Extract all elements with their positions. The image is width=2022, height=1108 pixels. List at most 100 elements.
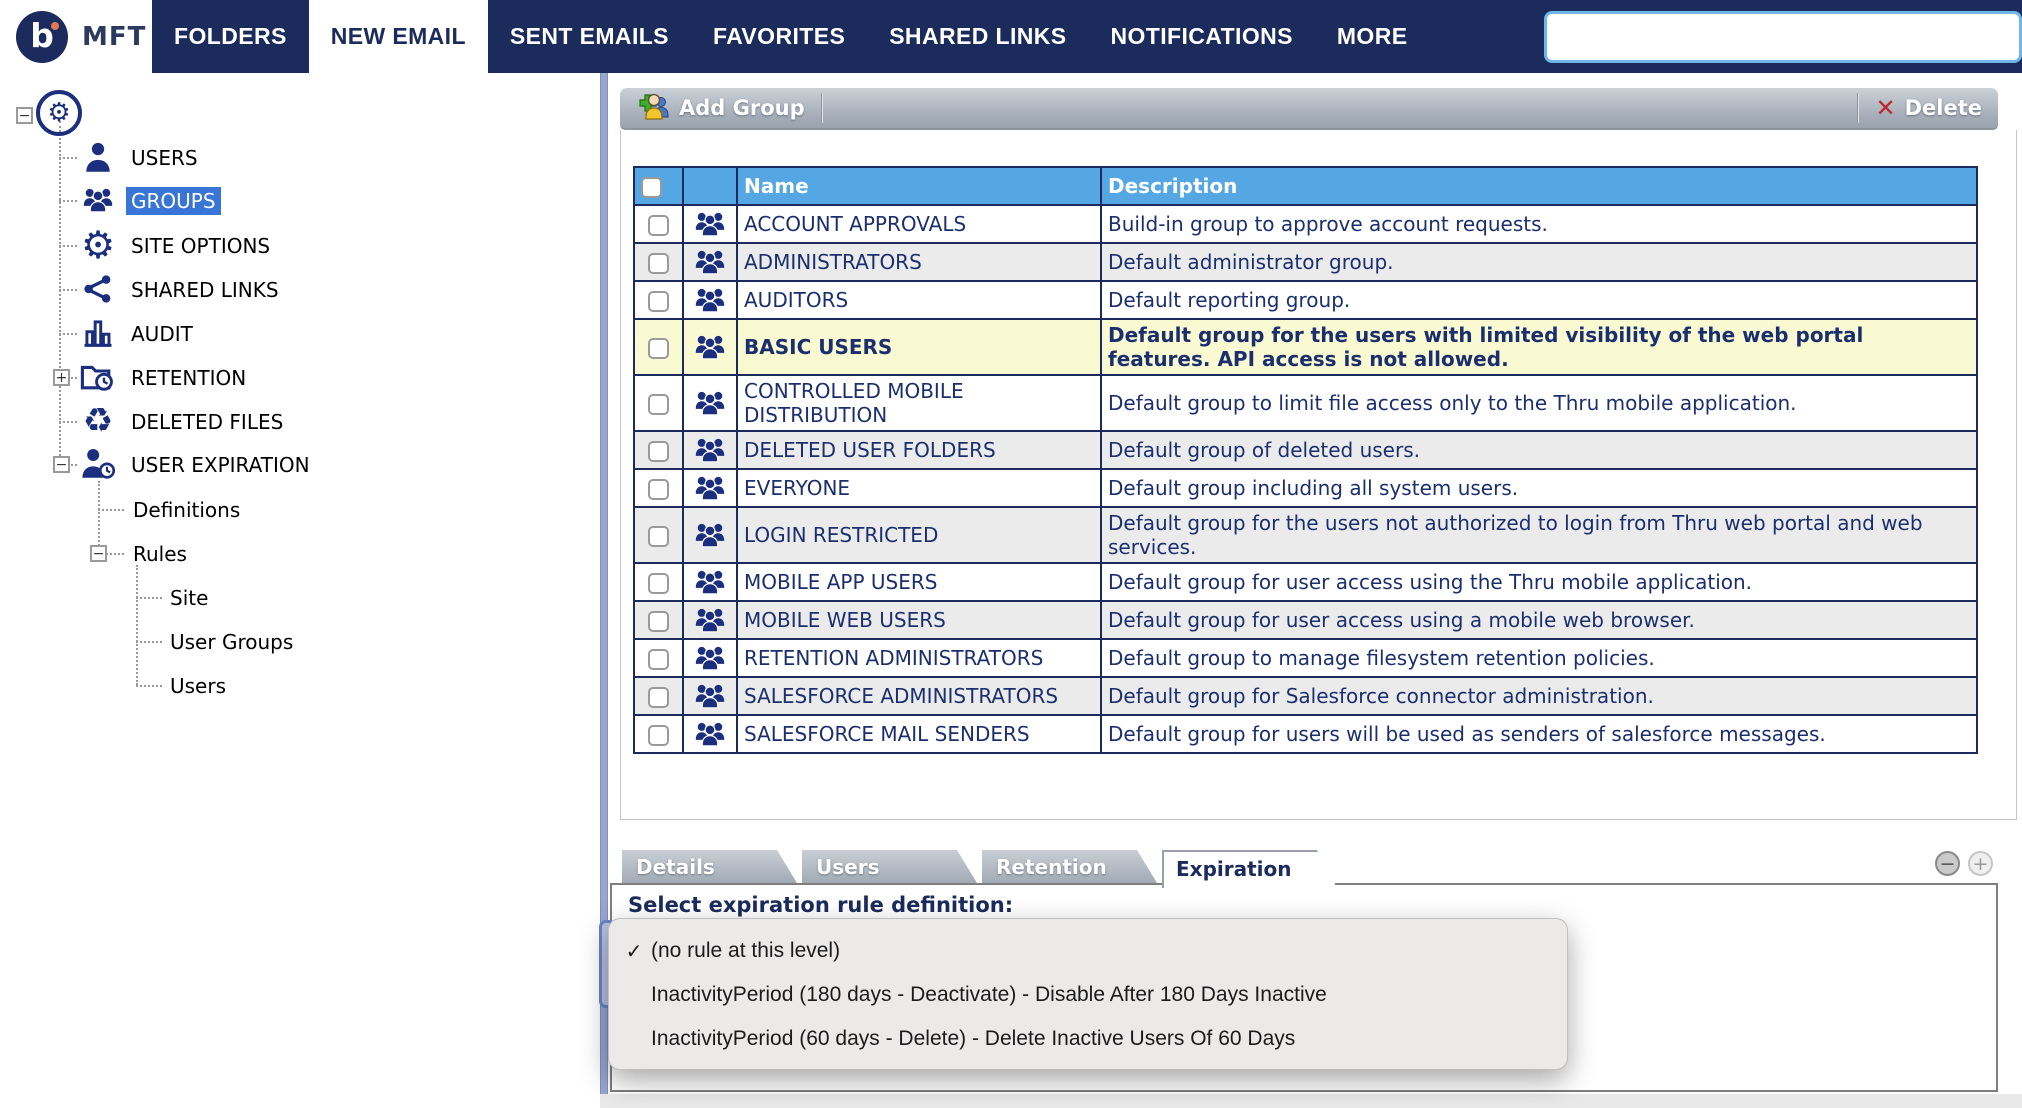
tree-item-groups[interactable]: GROUPS: [0, 180, 600, 220]
app-logo[interactable]: b MFT: [0, 0, 152, 73]
table-row[interactable]: CONTROLLED MOBILE DISTRIBUTION Default g…: [634, 375, 1977, 431]
row-checkbox[interactable]: [648, 573, 669, 594]
group-icon: [683, 281, 737, 319]
row-checkbox[interactable]: [648, 253, 669, 274]
row-checkbox[interactable]: [648, 291, 669, 312]
row-checkbox[interactable]: [648, 611, 669, 632]
main-area: ⚙− USERS GROUPS ⚙ SITE OPTIONS SHARED LI…: [0, 73, 2022, 1104]
row-checkbox[interactable]: [648, 526, 669, 547]
content-panel: Add Group ✕ Delete Name Description: [608, 73, 2022, 1104]
row-checkbox[interactable]: [648, 687, 669, 708]
expand-toggle[interactable]: +: [53, 369, 70, 386]
table-row[interactable]: DELETED USER FOLDERS Default group of de…: [634, 431, 1977, 469]
table-row[interactable]: BASIC USERS Default group for the users …: [634, 319, 1977, 375]
tree-item-deleted-files[interactable]: ♻ DELETED FILES: [0, 401, 600, 441]
nav-item-folders[interactable]: FOLDERS: [152, 0, 309, 73]
table-row[interactable]: MOBILE WEB USERS Default group for user …: [634, 601, 1977, 639]
group-name-cell[interactable]: SALESFORCE ADMINISTRATORS: [737, 677, 1101, 715]
delete-button[interactable]: ✕ Delete: [1859, 88, 1998, 128]
user-clock-icon: [78, 446, 118, 482]
row-checkbox[interactable]: [648, 479, 669, 500]
select-all-checkbox[interactable]: [641, 177, 662, 198]
icon-column-header: [683, 167, 737, 205]
group-name-cell[interactable]: MOBILE WEB USERS: [737, 601, 1101, 639]
user-icon: [78, 139, 118, 175]
group-name-cell[interactable]: AUDITORS: [737, 281, 1101, 319]
group-name-cell[interactable]: MOBILE APP USERS: [737, 563, 1101, 601]
tree-item-user-groups[interactable]: User Groups: [0, 621, 600, 661]
row-checkbox[interactable]: [648, 725, 669, 746]
collapse-toggle[interactable]: −: [16, 107, 33, 124]
tree-item-root[interactable]: ⚙−: [0, 93, 600, 133]
table-row[interactable]: SALESFORCE ADMINISTRATORS Default group …: [634, 677, 1977, 715]
table-header-row: Name Description: [634, 167, 1977, 205]
tree-connector: [136, 685, 162, 687]
nav-item-sent-emails[interactable]: SENT EMAILS: [488, 0, 691, 73]
tree-item-label: Rules: [128, 540, 192, 568]
group-name-cell[interactable]: DELETED USER FOLDERS: [737, 431, 1101, 469]
toolbar-separator: [821, 93, 823, 123]
tree-connector: [98, 509, 124, 511]
add-group-button[interactable]: Add Group: [620, 88, 821, 128]
group-name-cell[interactable]: ACCOUNT APPROVALS: [737, 205, 1101, 243]
tree-item-site-options[interactable]: ⚙ SITE OPTIONS: [0, 225, 600, 265]
group-name-cell[interactable]: LOGIN RESTRICTED: [737, 507, 1101, 563]
group-description-cell: Default group for user access using the …: [1101, 563, 1977, 601]
tree-item-users[interactable]: Users: [0, 665, 600, 705]
minus-circle-icon[interactable]: −: [1935, 851, 1960, 876]
table-row[interactable]: LOGIN RESTRICTED Default group for the u…: [634, 507, 1977, 563]
checkmark-icon: ✓: [617, 939, 651, 964]
table-row[interactable]: EVERYONE Default group including all sys…: [634, 469, 1977, 507]
table-row[interactable]: RETENTION ADMINISTRATORS Default group t…: [634, 639, 1977, 677]
table-row[interactable]: MOBILE APP USERS Default group for user …: [634, 563, 1977, 601]
group-name-cell[interactable]: BASIC USERS: [737, 319, 1101, 375]
tree-item-label: GROUPS: [126, 187, 221, 215]
table-row[interactable]: ACCOUNT APPROVALS Build-in group to appr…: [634, 205, 1977, 243]
tree-item-label: DELETED FILES: [126, 408, 288, 436]
tree-item-audit[interactable]: AUDIT: [0, 313, 600, 353]
plus-circle-icon[interactable]: +: [1968, 851, 1993, 876]
group-icon: [683, 205, 737, 243]
tree-item-rules[interactable]: Rules −: [0, 533, 600, 573]
group-icon: [683, 375, 737, 431]
group-icon: [683, 319, 737, 375]
tab-users[interactable]: Users: [802, 850, 977, 883]
collapse-toggle[interactable]: −: [53, 456, 70, 473]
group-name-cell[interactable]: EVERYONE: [737, 469, 1101, 507]
row-checkbox[interactable]: [648, 441, 669, 462]
search-input[interactable]: [1544, 11, 2022, 63]
collapse-toggle[interactable]: −: [90, 545, 107, 562]
nav-item-favorites[interactable]: FAVORITES: [691, 0, 867, 73]
group-name-cell[interactable]: CONTROLLED MOBILE DISTRIBUTION: [737, 375, 1101, 431]
row-checkbox[interactable]: [648, 394, 669, 415]
description-column-header[interactable]: Description: [1101, 167, 1977, 205]
tab-details[interactable]: Details: [622, 850, 797, 883]
row-checkbox[interactable]: [648, 649, 669, 670]
brand-logo-icon: b: [16, 11, 68, 63]
tree-item-definitions[interactable]: Definitions: [0, 489, 600, 529]
nav-item-notifications[interactable]: NOTIFICATIONS: [1089, 0, 1315, 73]
nav-item-new-email[interactable]: NEW EMAIL: [309, 0, 488, 73]
row-checkbox[interactable]: [648, 215, 669, 236]
tree-item-user-expiration[interactable]: USER EXPIRATION −: [0, 444, 600, 484]
group-name-cell[interactable]: SALESFORCE MAIL SENDERS: [737, 715, 1101, 753]
dropdown-option[interactable]: ✓ InactivityPeriod (60 days - Delete) - …: [609, 1017, 1567, 1061]
tree-item-shared-links[interactable]: SHARED LINKS: [0, 269, 600, 309]
group-name-cell[interactable]: RETENTION ADMINISTRATORS: [737, 639, 1101, 677]
row-checkbox[interactable]: [648, 338, 669, 359]
tab-expiration[interactable]: Expiration: [1162, 850, 1337, 888]
tree-connector: [59, 289, 77, 291]
table-row[interactable]: ADMINISTRATORS Default administrator gro…: [634, 243, 1977, 281]
table-row[interactable]: AUDITORS Default reporting group.: [634, 281, 1977, 319]
name-column-header[interactable]: Name: [737, 167, 1101, 205]
group-name-cell[interactable]: ADMINISTRATORS: [737, 243, 1101, 281]
tree-item-users[interactable]: USERS: [0, 137, 600, 177]
nav-item-more[interactable]: MORE: [1315, 0, 1430, 73]
tree-item-site[interactable]: Site: [0, 577, 600, 617]
table-row[interactable]: SALESFORCE MAIL SENDERS Default group fo…: [634, 715, 1977, 753]
dropdown-option[interactable]: ✓ (no rule at this level): [609, 929, 1567, 973]
nav-item-shared-links[interactable]: SHARED LINKS: [867, 0, 1088, 73]
dropdown-option[interactable]: ✓ InactivityPeriod (180 days - Deactivat…: [609, 973, 1567, 1017]
tab-retention[interactable]: Retention: [982, 850, 1157, 883]
tree-item-retention[interactable]: RETENTION +: [0, 357, 600, 397]
